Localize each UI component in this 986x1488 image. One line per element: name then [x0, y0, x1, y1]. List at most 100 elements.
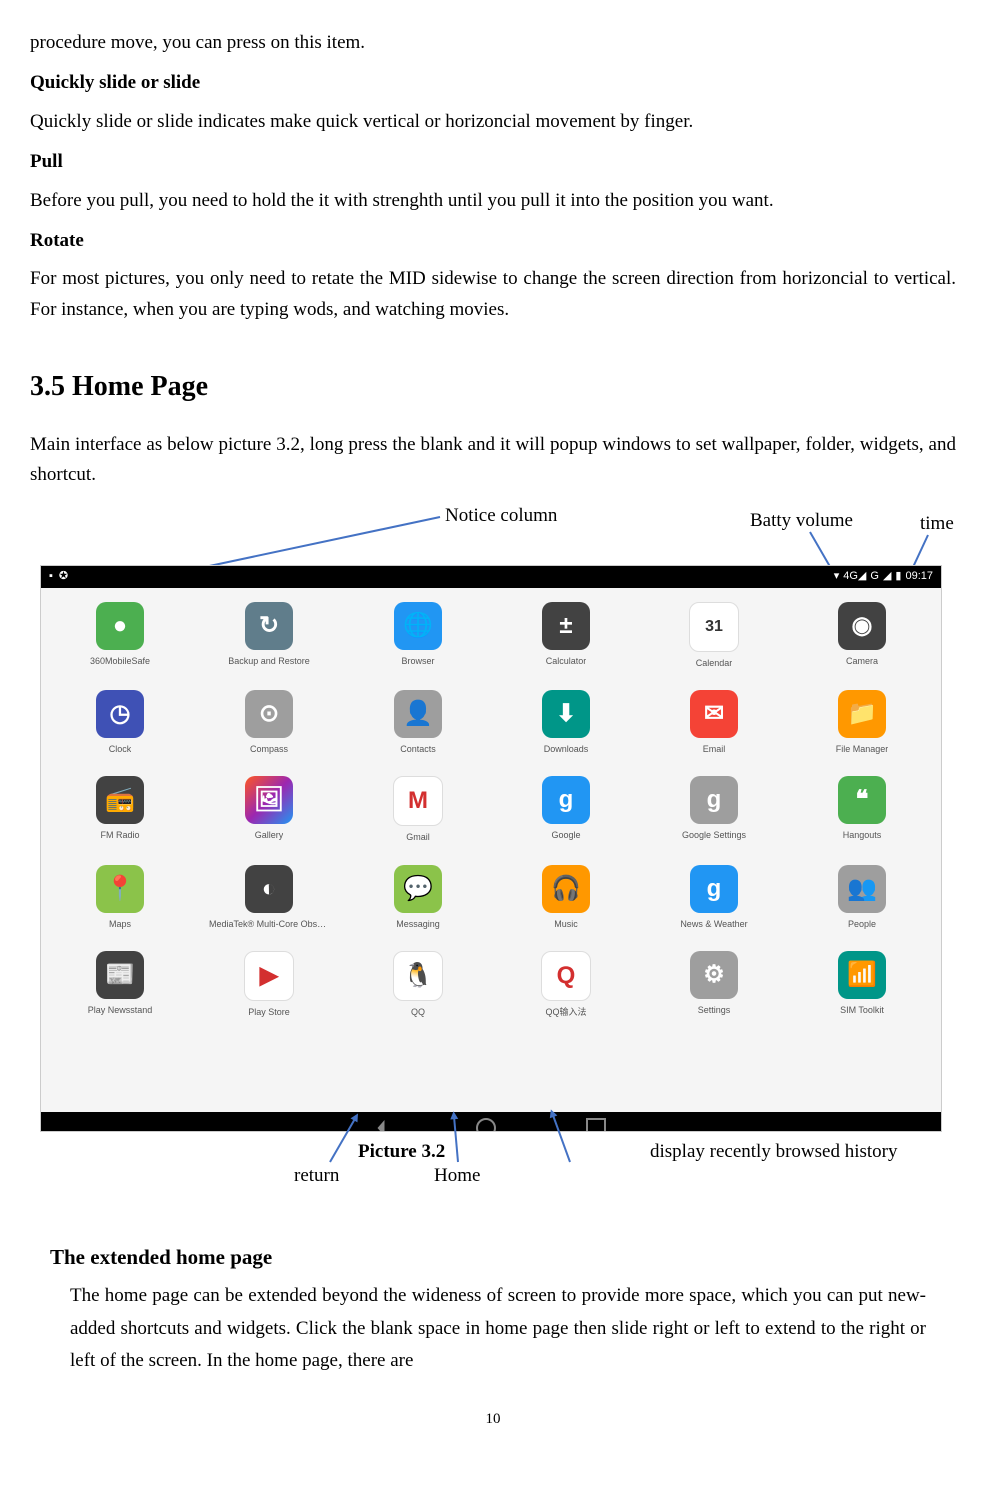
shield-icon: ✪: [59, 568, 68, 586]
status-right: ▾ 4G◢ G ◢ ▮ 09:17: [834, 568, 933, 586]
app-icon: 🐧: [393, 951, 443, 1001]
status-dot-icon: ▪: [49, 568, 53, 586]
pull-heading: Pull: [30, 147, 956, 177]
time-label: time: [920, 509, 954, 539]
app-item[interactable]: ❝ Hangouts: [803, 776, 921, 844]
app-label: Google: [551, 828, 580, 842]
app-icon: g: [690, 776, 738, 824]
app-label: Calendar: [696, 656, 733, 670]
app-icon: ❝: [838, 776, 886, 824]
home-label: Home: [434, 1161, 480, 1191]
history-label: display recently browsed history: [650, 1137, 940, 1167]
app-item[interactable]: 📁File Manager: [803, 690, 921, 756]
app-item[interactable]: ◷Clock: [61, 690, 179, 756]
page-number: 10: [30, 1407, 956, 1431]
app-item[interactable]: 31Calendar: [655, 602, 773, 670]
app-icon: Q: [541, 951, 591, 1001]
app-item[interactable]: 🖼 Gallery: [209, 776, 329, 844]
app-icon: ◐: [245, 865, 293, 913]
app-label: FM Radio: [100, 828, 139, 842]
app-item[interactable]: g Google Settings: [655, 776, 773, 844]
app-icon: 🌐: [394, 602, 442, 650]
app-item[interactable]: 💬Messaging: [359, 865, 477, 931]
app-label: Gmail: [406, 830, 430, 844]
app-label: File Manager: [836, 742, 889, 756]
app-item[interactable]: ▶Play Store: [209, 951, 329, 1019]
app-label: Hangouts: [843, 828, 882, 842]
home-button[interactable]: [476, 1118, 496, 1132]
app-grid: ●360MobileSafe ↻ Backup and Restore 🌐 Browse…: [61, 602, 921, 1020]
app-item[interactable]: ⚙Settings: [655, 951, 773, 1019]
app-label: Email: [703, 742, 726, 756]
app-label: News & Weather: [680, 917, 747, 931]
app-item[interactable]: ⊙Compass: [209, 690, 329, 756]
procedure-text: procedure move, you can press on this it…: [30, 28, 956, 58]
recent-apps-button[interactable]: [586, 1118, 606, 1132]
app-label: 360MobileSafe: [90, 654, 150, 668]
app-item[interactable]: ◐ MediaTek® Multi-Core Obser..: [209, 865, 329, 931]
app-icon: ⬇: [542, 690, 590, 738]
app-drawer: ●360MobileSafe ↻ Backup and Restore 🌐 Browse…: [41, 588, 941, 1112]
app-icon: 🖼: [245, 776, 293, 824]
app-icon: g: [542, 776, 590, 824]
app-label: Browser: [401, 654, 434, 668]
app-item[interactable]: ↻ Backup and Restore: [209, 602, 329, 670]
app-item[interactable]: ✉ Email: [655, 690, 773, 756]
app-icon: 📰: [96, 951, 144, 999]
app-label: MediaTek® Multi-Core Obser..: [209, 917, 329, 931]
app-item[interactable]: 📍Maps: [61, 865, 179, 931]
app-item[interactable]: ⬇ Downloads: [507, 690, 625, 756]
app-label: Backup and Restore: [228, 654, 310, 668]
app-label: Play Store: [248, 1005, 290, 1019]
picture-caption: Picture 3.2: [358, 1137, 445, 1167]
app-label: QQ: [411, 1005, 425, 1019]
app-item[interactable]: 👤 Contacts: [359, 690, 477, 756]
app-icon: 📻: [96, 776, 144, 824]
app-label: Google Settings: [682, 828, 746, 842]
app-icon: 💬: [394, 865, 442, 913]
network-indicator: 4G◢: [843, 568, 866, 586]
app-icon: 👤: [394, 690, 442, 738]
status-left: ▪ ✪: [49, 568, 68, 586]
notice-column-label: Notice column: [445, 501, 557, 531]
app-label: Calculator: [546, 654, 587, 668]
app-label: Settings: [698, 1003, 731, 1017]
app-icon: g: [690, 865, 738, 913]
app-label: QQ输入法: [545, 1005, 586, 1019]
app-item[interactable]: 🎧Music: [507, 865, 625, 931]
extended-body: The home page can be extended beyond the…: [70, 1280, 926, 1377]
app-label: SIM Toolkit: [840, 1003, 884, 1017]
app-icon: ✉: [690, 690, 738, 738]
app-item[interactable]: 👥People: [803, 865, 921, 931]
app-label: Maps: [109, 917, 131, 931]
app-item[interactable]: 📶SIM Toolkit: [803, 951, 921, 1019]
rotate-text: For most pictures, you only need to reta…: [30, 264, 956, 325]
app-item[interactable]: g News & Weather: [655, 865, 773, 931]
app-item[interactable]: Q QQ输入法: [507, 951, 625, 1019]
status-time: 09:17: [905, 568, 933, 586]
app-label: Music: [554, 917, 578, 931]
g-indicator: G: [870, 568, 879, 586]
app-item[interactable]: 🌐 Browser: [359, 602, 477, 670]
app-label: Gallery: [255, 828, 284, 842]
wifi-icon: ▾: [834, 568, 840, 586]
app-icon: ◉: [838, 602, 886, 650]
app-item[interactable]: 📰Play Newsstand: [61, 951, 179, 1019]
app-label: Downloads: [544, 742, 589, 756]
app-item[interactable]: 📻 FM Radio: [61, 776, 179, 844]
app-item[interactable]: MGmail: [359, 776, 477, 844]
batty-volume-label: Batty volume: [750, 506, 853, 536]
app-item[interactable]: 🐧 QQ: [359, 951, 477, 1019]
rotate-heading: Rotate: [30, 226, 956, 256]
app-item[interactable]: ●360MobileSafe: [61, 602, 179, 670]
app-label: Contacts: [400, 742, 436, 756]
app-label: Compass: [250, 742, 288, 756]
app-item[interactable]: g Google: [507, 776, 625, 844]
status-bar: ▪ ✪ ▾ 4G◢ G ◢ ▮ 09:17: [41, 566, 941, 588]
back-button[interactable]: [378, 1120, 385, 1132]
app-label: Camera: [846, 654, 878, 668]
app-item[interactable]: ±Calculator: [507, 602, 625, 670]
app-item[interactable]: ◉ Camera: [803, 602, 921, 670]
app-icon: ↻: [245, 602, 293, 650]
section-intro: Main interface as below picture 3.2, lon…: [30, 430, 956, 491]
